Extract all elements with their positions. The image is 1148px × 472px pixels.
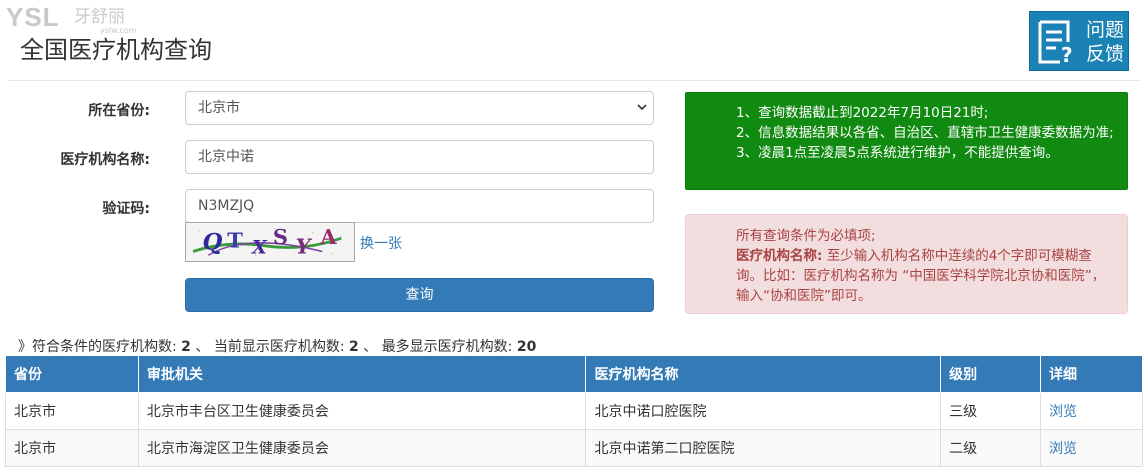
- warning-notice-bold: 医疗机构名称:: [736, 248, 823, 264]
- info-notice-line: 2、信息数据结果以各省、自治区、直辖市卫生健康委数据为准;: [736, 125, 1114, 141]
- svg-text:?: ?: [1061, 43, 1073, 64]
- info-notice: 1、查询数据截止到2022年7月10日21时; 2、信息数据结果以各省、自治区、…: [685, 92, 1128, 190]
- header-divider: [8, 80, 1140, 81]
- column-header-level: 级别: [940, 356, 1042, 393]
- shown-count: 2: [349, 339, 359, 355]
- watermark-name: 牙舒丽: [74, 7, 125, 27]
- captcha-input[interactable]: N3MZJQ: [185, 189, 654, 223]
- watermark-logo: YSL 牙舒丽 yslw.com: [6, 2, 137, 35]
- svg-text:A: A: [319, 224, 337, 249]
- column-header-institution: 医疗机构名称: [585, 356, 942, 393]
- svg-text:Q: Q: [203, 230, 223, 256]
- chevron-down-icon: [637, 104, 647, 111]
- captcha-refresh-link[interactable]: 换一张: [360, 233, 402, 253]
- svg-text:S: S: [273, 224, 288, 249]
- feedback-document-icon: ?: [1038, 20, 1073, 64]
- query-button[interactable]: 查询: [185, 278, 654, 312]
- table-header-row: 省份 审批机关 医疗机构名称 级别 详细: [5, 356, 1143, 393]
- info-notice-line: 1、查询数据截止到2022年7月10日21时;: [736, 105, 989, 121]
- institution-name-input[interactable]: 北京中诺: [185, 140, 654, 174]
- view-detail-link[interactable]: 浏览: [1049, 441, 1077, 457]
- table-row: 北京市 北京市海淀区卫生健康委员会 北京中诺第二口腔医院 二级 浏览: [5, 429, 1143, 467]
- warning-notice-line: 所有查询条件为必填项;: [736, 228, 876, 244]
- province-select-value: 北京市: [198, 100, 240, 116]
- institution-name-label: 医疗机构名称:: [60, 152, 150, 168]
- max-count: 20: [516, 339, 537, 355]
- captcha-image[interactable]: Q T X S Y A: [185, 222, 355, 262]
- cell-level: 三级: [940, 392, 1042, 430]
- cell-authority: 北京市海淀区卫生健康委员会: [137, 429, 587, 467]
- svg-text:Y: Y: [296, 233, 313, 258]
- cell-province: 北京市: [5, 429, 139, 467]
- svg-text:X: X: [251, 236, 268, 258]
- view-detail-link[interactable]: 浏览: [1049, 404, 1077, 420]
- page-title: 全国医疗机构查询: [20, 36, 212, 64]
- results-table: 省份 审批机关 医疗机构名称 级别 详细 北京市 北京市丰台区卫生健康委员会 北…: [5, 356, 1143, 467]
- table-row: 北京市 北京市丰台区卫生健康委员会 北京中诺口腔医院 三级 浏览: [5, 392, 1143, 430]
- feedback-button[interactable]: ? 问题 反馈: [1029, 11, 1129, 71]
- column-header-authority: 审批机关: [137, 356, 587, 393]
- cell-institution: 北京中诺第二口腔医院: [585, 429, 942, 467]
- watermark-brand: YSL: [6, 2, 60, 32]
- info-notice-line: 3、凌晨1点至凌晨5点系统进行维护，不能提供查询。: [736, 145, 1059, 161]
- result-summary: 》符合条件的医疗机构数: 2 、 当前显示医疗机构数: 2 、 最多显示医疗机构…: [18, 339, 537, 355]
- province-select[interactable]: 北京市: [185, 91, 654, 125]
- feedback-label: 问题 反馈: [1085, 19, 1124, 65]
- warning-notice-body: 医疗机构名称: 至少输入机构名称中连续的4个字即可模糊查询。比如：医疗机构名称为…: [736, 246, 1115, 306]
- column-header-detail: 详细: [1040, 356, 1143, 393]
- column-header-province: 省份: [5, 356, 139, 393]
- matched-count: 2: [181, 339, 191, 355]
- cell-institution: 北京中诺口腔医院: [585, 392, 942, 430]
- captcha-label: 验证码:: [102, 201, 150, 217]
- cell-level: 二级: [940, 429, 1042, 467]
- warning-notice: 所有查询条件为必填项; 医疗机构名称: 至少输入机构名称中连续的4个字即可模糊查…: [685, 214, 1128, 314]
- province-label: 所在省份:: [88, 103, 150, 119]
- cell-authority: 北京市丰台区卫生健康委员会: [137, 392, 587, 430]
- svg-text:T: T: [227, 228, 243, 253]
- cell-province: 北京市: [5, 392, 139, 430]
